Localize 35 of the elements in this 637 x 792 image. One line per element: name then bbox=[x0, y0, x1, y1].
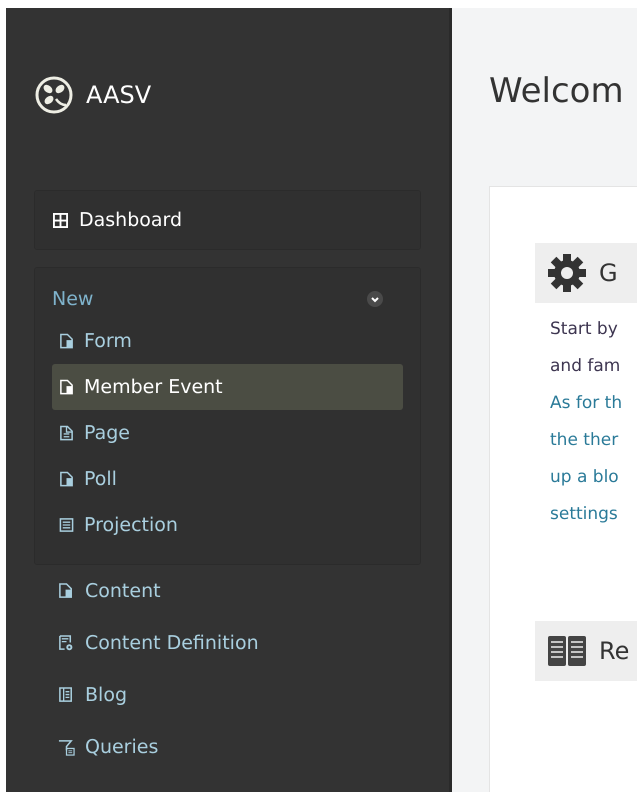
document-icon bbox=[59, 379, 74, 395]
dashboard-icon bbox=[53, 212, 68, 228]
document-icon bbox=[59, 425, 74, 441]
menu-item[interactable]: Form bbox=[52, 318, 403, 364]
menu-item[interactable]: Queries bbox=[34, 721, 421, 773]
menu-item[interactable]: Content bbox=[34, 565, 421, 617]
group-title[interactable]: New bbox=[52, 288, 94, 310]
settings-icon bbox=[547, 253, 587, 293]
document-icon bbox=[59, 471, 74, 487]
menu-item[interactable]: Content Definition bbox=[34, 617, 421, 669]
menu-item[interactable]: Poll bbox=[52, 456, 403, 502]
document-icon bbox=[59, 333, 74, 349]
gear-document-icon bbox=[58, 634, 75, 652]
paragraph-line: the ther bbox=[550, 429, 620, 452]
menu-item[interactable]: Page bbox=[52, 410, 403, 456]
menu-item[interactable]: Member Event bbox=[52, 364, 403, 410]
brand-name: AASV bbox=[86, 81, 152, 109]
filter-icon bbox=[58, 738, 75, 756]
paragraph-line: and fam bbox=[550, 355, 622, 378]
paragraph-line: up a blo bbox=[550, 466, 620, 489]
dashboard-link[interactable]: Dashboard bbox=[34, 190, 421, 250]
paragraph-line: Start by bbox=[550, 318, 619, 341]
document-icon bbox=[58, 686, 75, 704]
chevron-icon[interactable] bbox=[367, 291, 383, 307]
book-icon bbox=[547, 635, 587, 667]
menu-item[interactable]: Blog bbox=[34, 669, 421, 721]
panel-title: G bbox=[599, 259, 618, 287]
paragraph-line: As for th bbox=[550, 392, 624, 415]
panel-title: Re bbox=[599, 637, 630, 665]
document-icon bbox=[58, 582, 75, 600]
page-title: Welcom bbox=[489, 70, 625, 113]
document-icon bbox=[59, 517, 74, 533]
logo-icon bbox=[34, 75, 74, 115]
menu-item[interactable]: Projection bbox=[52, 502, 403, 548]
paragraph-line: settings bbox=[550, 503, 619, 526]
